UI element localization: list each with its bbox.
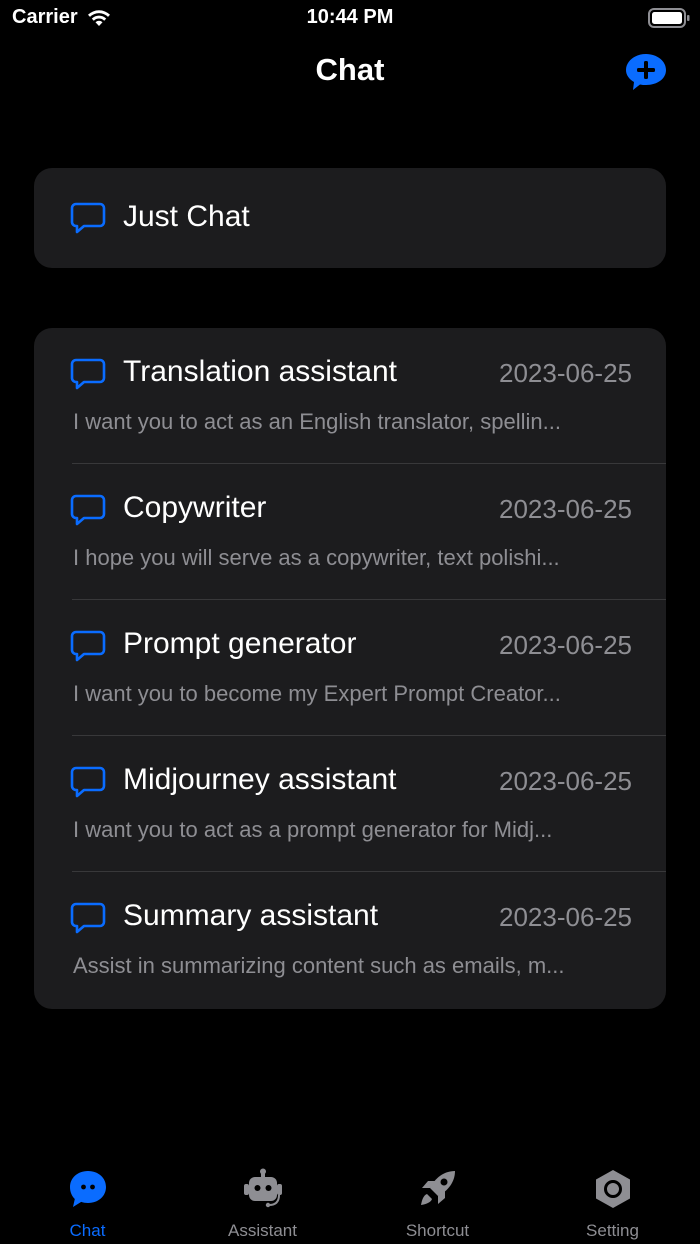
chat-list: Translation assistant 2023-06-25 I want … bbox=[34, 328, 666, 1009]
chat-preview: I want you to act as a prompt generator … bbox=[73, 817, 553, 842]
tab-label: Assistant bbox=[228, 1221, 297, 1240]
status-bar: Carrier 10:44 PM bbox=[0, 0, 700, 36]
chat-bubble-icon bbox=[70, 902, 106, 934]
chat-date: 2023-06-25 bbox=[499, 358, 632, 388]
chat-date: 2023-06-25 bbox=[499, 630, 632, 660]
chat-bubble-icon bbox=[70, 494, 106, 526]
battery-icon bbox=[648, 8, 690, 28]
chat-preview: I hope you will serve as a copywriter, t… bbox=[73, 545, 560, 570]
chat-bubble-icon bbox=[70, 202, 106, 234]
chat-date: 2023-06-25 bbox=[499, 902, 632, 932]
list-item[interactable]: Summary assistant 2023-06-25 Assist in s… bbox=[34, 872, 666, 1008]
just-chat-card[interactable]: Just Chat bbox=[34, 168, 666, 268]
rocket-icon bbox=[421, 1171, 455, 1205]
chat-title: Prompt generator bbox=[123, 627, 357, 660]
chat-title: Copywriter bbox=[123, 491, 267, 524]
chat-bubble-icon bbox=[70, 766, 106, 798]
chat-preview: I want you to act as an English translat… bbox=[73, 409, 561, 434]
tab-setting[interactable]: Setting bbox=[525, 1160, 700, 1244]
tab-label: Shortcut bbox=[405, 1221, 470, 1240]
list-item[interactable]: Prompt generator 2023-06-25 I want you t… bbox=[34, 600, 666, 736]
chat-date: 2023-06-25 bbox=[499, 494, 632, 524]
new-chat-icon bbox=[626, 54, 666, 90]
list-item[interactable]: Midjourney assistant 2023-06-25 I want y… bbox=[34, 736, 666, 872]
chat-title: Summary assistant bbox=[123, 899, 379, 932]
chat-preview: Assist in summarizing content such as em… bbox=[73, 953, 565, 978]
tab-shortcut[interactable]: Shortcut bbox=[350, 1160, 525, 1244]
list-item[interactable]: Copywriter 2023-06-25 I hope you will se… bbox=[34, 464, 666, 600]
tab-label: Setting bbox=[586, 1221, 639, 1240]
tab-assistant[interactable]: Assistant bbox=[175, 1160, 350, 1244]
status-time: 10:44 PM bbox=[306, 6, 394, 28]
page-title: Chat bbox=[315, 52, 385, 87]
chat-date: 2023-06-25 bbox=[499, 766, 632, 796]
robot-icon bbox=[244, 1168, 282, 1208]
chat-title: Translation assistant bbox=[123, 355, 398, 388]
chat-title: Midjourney assistant bbox=[123, 763, 397, 796]
tab-chat[interactable]: Chat bbox=[0, 1160, 175, 1244]
list-item[interactable]: Translation assistant 2023-06-25 I want … bbox=[34, 328, 666, 464]
chat-bubble-icon bbox=[70, 358, 106, 390]
chat-bubble-icon bbox=[70, 630, 106, 662]
chat-bubble-icon bbox=[70, 1171, 106, 1207]
tab-label: Chat bbox=[69, 1221, 106, 1240]
new-chat-button[interactable] bbox=[624, 52, 668, 92]
chat-preview: I want you to become my Expert Prompt Cr… bbox=[73, 681, 561, 706]
tab-bar: Chat Assistant Shortcut Setting bbox=[0, 1160, 700, 1244]
just-chat-label: Just Chat bbox=[123, 200, 250, 233]
gear-hexagon-icon bbox=[596, 1170, 630, 1208]
